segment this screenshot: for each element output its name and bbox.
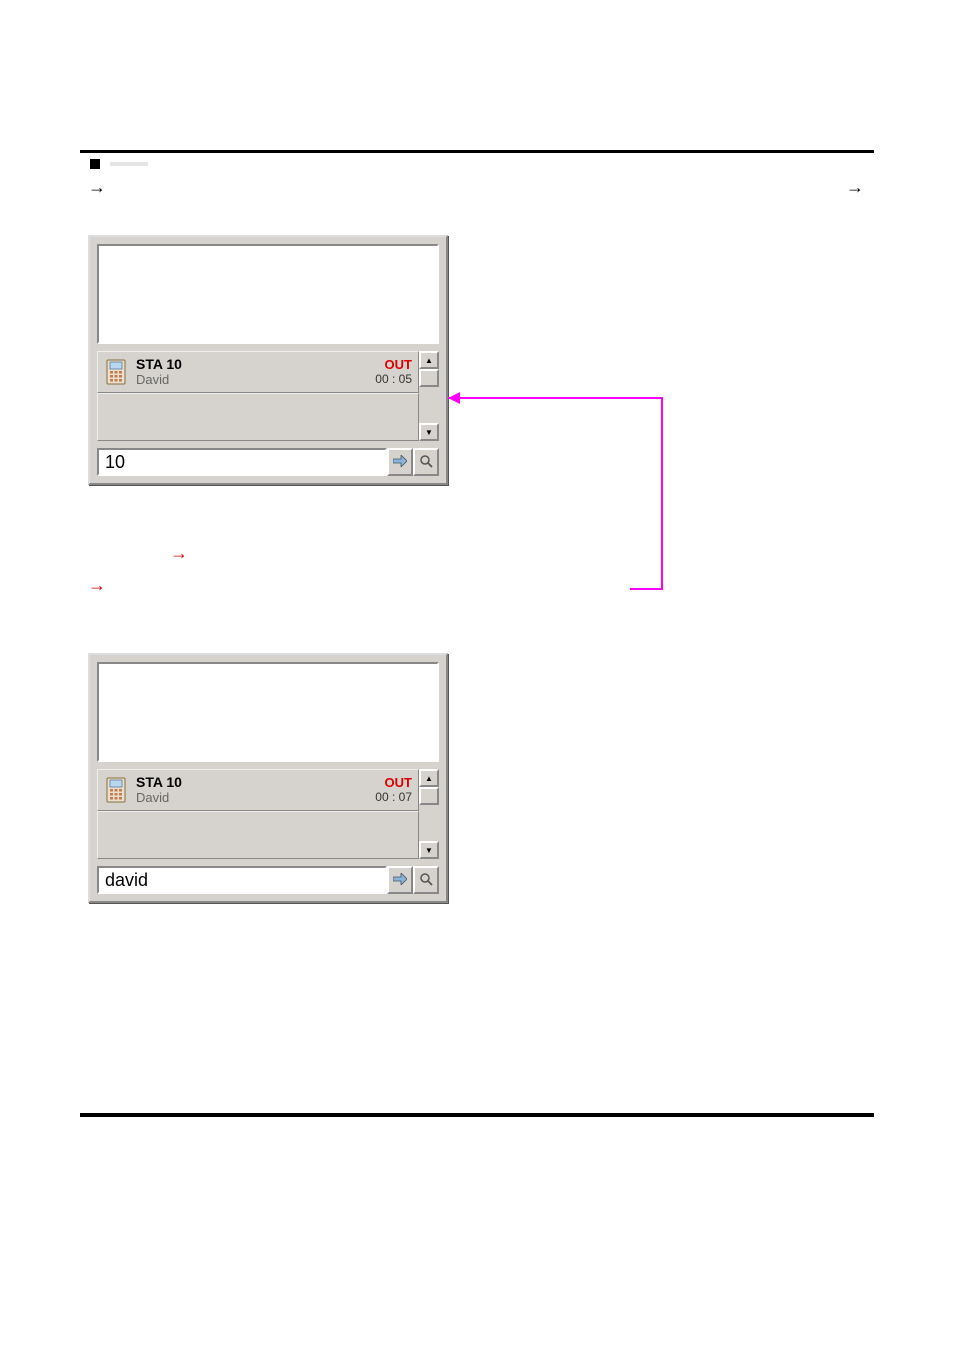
- list-area: STA 10 David OUT 00 : 05 ▲ ▼: [97, 351, 439, 441]
- scroll-track[interactable]: [419, 387, 439, 423]
- arrow-right-icon: [393, 454, 407, 470]
- search-button[interactable]: [413, 866, 439, 894]
- scrollbar[interactable]: ▲ ▼: [419, 769, 439, 859]
- arrow-right-icon: [393, 872, 407, 888]
- list-item[interactable]: STA 10 David OUT 00 : 05: [97, 351, 419, 393]
- call-list: STA 10 David OUT 00 : 07: [97, 769, 419, 859]
- instruction-row-2: →: [170, 539, 874, 567]
- ui-panel-2: STA 10 David OUT 00 : 07 ▲ ▼ davi: [88, 653, 448, 903]
- search-button[interactable]: [413, 448, 439, 476]
- dial-input[interactable]: david: [97, 866, 387, 894]
- arrow-right-icon: →: [88, 177, 106, 198]
- instruction-row-3: →: [88, 571, 874, 599]
- top-rule: [80, 150, 874, 153]
- dial-input-value: david: [105, 870, 148, 891]
- scroll-thumb[interactable]: [419, 369, 439, 387]
- display-area: [97, 244, 439, 344]
- list-empty-row: [97, 393, 419, 441]
- input-row: david: [97, 866, 439, 894]
- ui-panel-1: STA 10 David OUT 00 : 05 ▲ ▼ 10: [88, 235, 448, 485]
- item-right: OUT 00 : 05: [375, 358, 412, 385]
- scrollbar[interactable]: ▲ ▼: [419, 351, 439, 441]
- input-row: 10: [97, 448, 439, 476]
- item-title: STA 10: [136, 775, 367, 790]
- list-area: STA 10 David OUT 00 : 07 ▲ ▼: [97, 769, 439, 859]
- item-subtitle: David: [136, 373, 367, 387]
- call-list: STA 10 David OUT 00 : 05: [97, 351, 419, 441]
- scroll-up-button[interactable]: ▲: [419, 769, 439, 787]
- dial-input[interactable]: 10: [97, 448, 387, 476]
- item-subtitle: David: [136, 791, 367, 805]
- status-badge: OUT: [385, 776, 412, 790]
- section-label: [110, 162, 148, 166]
- bullet-square-icon: [90, 159, 100, 169]
- list-empty-row: [97, 811, 419, 859]
- arrow-right-icon: →: [170, 543, 188, 564]
- item-time: 00 : 05: [375, 373, 412, 386]
- list-item[interactable]: STA 10 David OUT 00 : 07: [97, 769, 419, 811]
- scroll-track[interactable]: [419, 805, 439, 841]
- go-button[interactable]: [387, 866, 413, 894]
- item-right: OUT 00 : 07: [375, 776, 412, 803]
- item-text: STA 10 David: [136, 775, 367, 805]
- arrow-right-icon: →: [846, 177, 864, 198]
- magnifier-icon: [419, 454, 433, 471]
- scroll-down-button[interactable]: ▼: [419, 841, 439, 859]
- scroll-up-button[interactable]: ▲: [419, 351, 439, 369]
- arrow-right-icon: →: [88, 575, 106, 596]
- section-header: [80, 159, 874, 169]
- display-area: [97, 662, 439, 762]
- item-title: STA 10: [136, 357, 367, 372]
- bottom-rule: [80, 1113, 874, 1117]
- item-text: STA 10 David: [136, 357, 367, 387]
- scroll-down-button[interactable]: ▼: [419, 423, 439, 441]
- phone-icon: [104, 357, 128, 387]
- dial-input-value: 10: [105, 452, 125, 473]
- instruction-row-1: → →: [88, 173, 874, 201]
- magnifier-icon: [419, 872, 433, 889]
- phone-icon: [104, 775, 128, 805]
- scroll-thumb[interactable]: [419, 787, 439, 805]
- go-button[interactable]: [387, 448, 413, 476]
- item-time: 00 : 07: [375, 791, 412, 804]
- status-badge: OUT: [385, 358, 412, 372]
